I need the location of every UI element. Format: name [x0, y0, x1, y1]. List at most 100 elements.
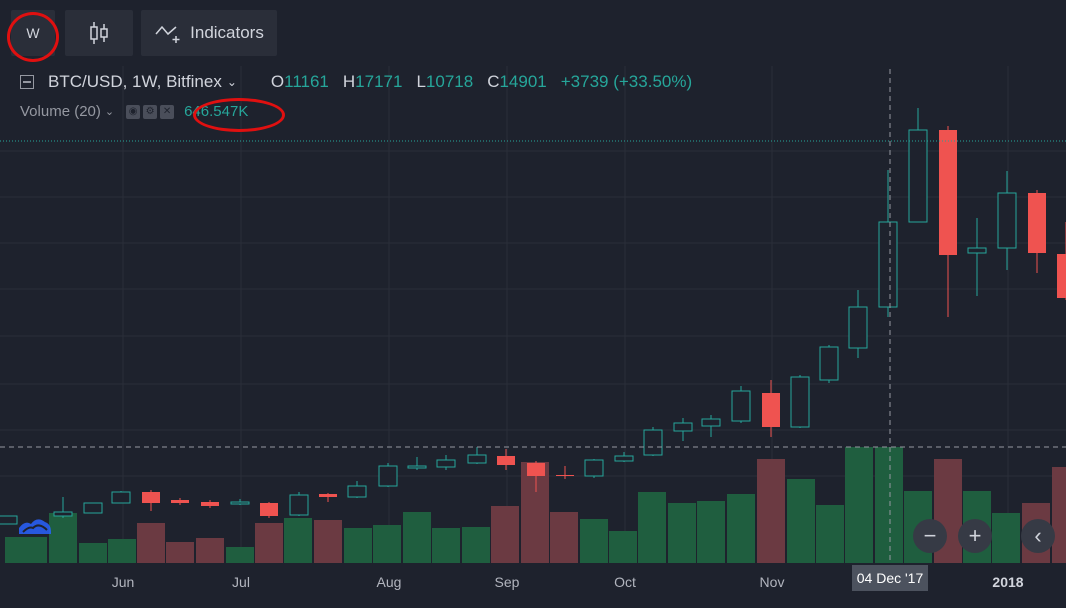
- candle-body: [53, 511, 73, 517]
- volume-legend: Volume (20) ⌄ ◉ ⚙ ✕ 646.547K: [20, 103, 248, 120]
- volume-bar: [816, 505, 844, 563]
- volume-bar: [432, 528, 460, 563]
- chevron-down-icon[interactable]: ⌄: [227, 75, 237, 89]
- volume-bar: [668, 503, 696, 563]
- xaxis-label-jul: Jul: [232, 574, 250, 590]
- volume-bar: [284, 518, 312, 563]
- xaxis-label-2018: 2018: [992, 574, 1024, 590]
- symbol-label[interactable]: BTC/USD, 1W, Bitfinex: [48, 72, 222, 92]
- close-value: 14901: [499, 72, 547, 91]
- candle-body: [171, 500, 189, 503]
- candle-body: [997, 192, 1017, 249]
- volume-bar: [314, 520, 342, 563]
- candle-body: [347, 485, 367, 498]
- low-value: 10718: [425, 72, 474, 91]
- candle-body: [762, 393, 780, 427]
- xaxis-label-oct: Oct: [614, 574, 636, 590]
- candle-body: [908, 129, 928, 223]
- collapse-legend-icon[interactable]: [20, 75, 34, 89]
- candle-body: [614, 455, 634, 462]
- candle-body: [230, 501, 250, 505]
- change-value: +3739 (+33.50%): [560, 72, 693, 91]
- volume-bar: [226, 547, 254, 563]
- candle-body: [142, 492, 160, 503]
- volume-bar: [992, 513, 1020, 563]
- volume-label[interactable]: Volume (20): [20, 103, 101, 120]
- volume-bar: [638, 492, 666, 563]
- volume-bar: [1052, 467, 1066, 563]
- candle-body: [643, 429, 663, 456]
- candle-body: [701, 418, 721, 427]
- eye-icon[interactable]: ◉: [126, 104, 141, 119]
- xaxis-label-sep: Sep: [494, 574, 520, 590]
- volume-bar: [727, 494, 755, 563]
- zoom-in-button[interactable]: +: [958, 519, 992, 553]
- candle-body: [1057, 254, 1066, 298]
- volume-bar: [462, 527, 490, 563]
- tradingview-logo[interactable]: [15, 510, 55, 540]
- candle-body: [790, 376, 810, 428]
- candle-body: [1028, 193, 1046, 253]
- indicators-icon: [155, 25, 180, 43]
- candle-body: [584, 459, 604, 477]
- candle-body: [378, 465, 398, 487]
- volume-bar: [875, 447, 903, 563]
- xaxis-label-jun: Jun: [111, 574, 135, 590]
- candle-body: [201, 502, 219, 506]
- candle-body: [556, 475, 574, 476]
- volume-bar: [787, 479, 815, 563]
- volume-bar: [137, 523, 165, 563]
- indicators-label: Indicators: [190, 23, 264, 42]
- volume-bar: [521, 462, 549, 563]
- volume-bar: [196, 538, 224, 563]
- candle-body: [497, 456, 515, 465]
- xaxis-label-aug: Aug: [376, 574, 402, 590]
- open-value: 11161: [284, 72, 329, 91]
- candle-body: [848, 306, 868, 349]
- candle-body: [731, 390, 751, 422]
- volume-bar: [255, 523, 283, 563]
- xaxis-label-nov: Nov: [759, 574, 785, 590]
- close-icon[interactable]: ✕: [160, 104, 175, 119]
- chevron-down-icon[interactable]: ⌄: [105, 105, 114, 118]
- high-value: 17171: [355, 72, 403, 91]
- candle-body: [319, 494, 337, 497]
- volume-bar: [845, 447, 873, 563]
- candle-body: [111, 491, 131, 504]
- ohlc-values: O11161 H17171 L10718 C14901 +3739 (+33.5…: [270, 72, 693, 91]
- candle-body: [436, 459, 456, 468]
- zoom-out-button[interactable]: −: [913, 519, 947, 553]
- volume-bar: [108, 539, 136, 563]
- candle-body: [289, 494, 309, 516]
- candle-body: [260, 503, 278, 516]
- volume-bar: [344, 528, 372, 563]
- candle-body: [83, 502, 103, 514]
- volume-bar: [550, 512, 578, 563]
- indicators-button[interactable]: Indicators: [141, 10, 277, 56]
- volume-bar: [79, 543, 107, 563]
- gear-icon[interactable]: ⚙: [143, 104, 158, 119]
- volume-bar: [166, 542, 194, 563]
- volume-bar: [19, 537, 47, 563]
- candle-body: [967, 247, 987, 254]
- candle-body: [878, 221, 898, 308]
- chart-type-button[interactable]: [65, 10, 133, 56]
- candle-body: [407, 465, 427, 469]
- interval-button[interactable]: W: [11, 10, 55, 56]
- volume-value: 646.547K: [184, 103, 249, 120]
- candle-body: [467, 454, 487, 464]
- volume-bar: [580, 519, 608, 563]
- price-chart[interactable]: [0, 66, 1066, 566]
- candle-body: [939, 130, 957, 255]
- scroll-left-button[interactable]: ‹: [1021, 519, 1055, 553]
- interval-label: W: [26, 25, 40, 41]
- volume-bar: [403, 512, 431, 563]
- volume-bar: [697, 501, 725, 563]
- volume-bar: [609, 531, 637, 563]
- symbol-legend: BTC/USD, 1W, Bitfinex ⌄ O11161 H17171 L1…: [20, 72, 692, 92]
- candle-body: [673, 422, 693, 432]
- candle-body: [527, 463, 545, 476]
- candlestick-icon: [90, 22, 108, 44]
- crosshair-date-label: 04 Dec '17: [852, 565, 928, 591]
- volume-bar: [373, 525, 401, 563]
